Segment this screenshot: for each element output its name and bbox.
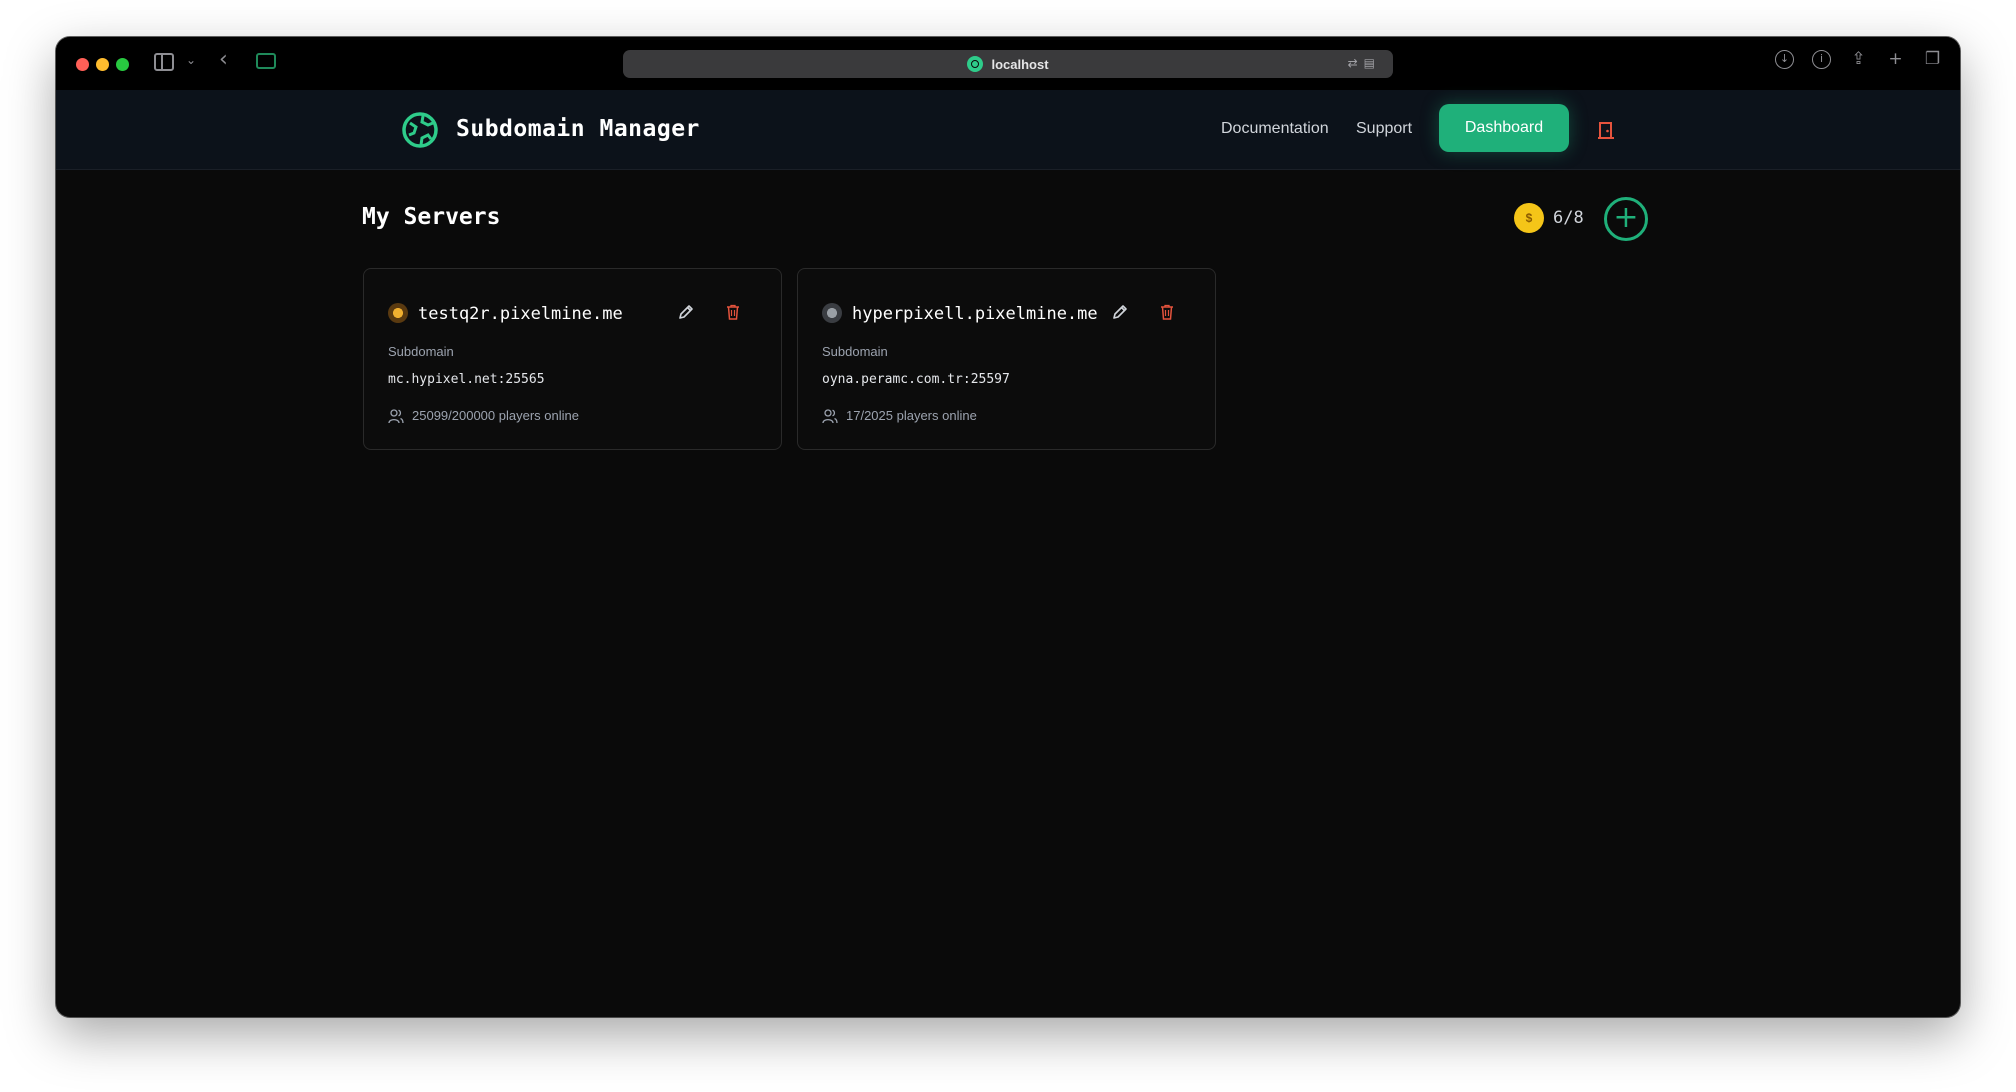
app-header: Subdomain Manager Documentation Support … [56,90,1960,170]
browser-titlebar: ⌄ ‹ localhost ⇄▤ ↓ i ⇪ + ❐ [56,37,1960,90]
server-card: hyperpixell.pixelmine.me Subdomain oyna.… [797,268,1216,450]
trash-icon[interactable] [1160,304,1174,320]
browser-window: ⌄ ‹ localhost ⇄▤ ↓ i ⇪ + ❐ Subdomain Man… [56,37,1960,1017]
players-online: 17/2025 players online [846,408,977,423]
download-icon[interactable]: ↓ [1775,50,1794,69]
url-text: localhost [991,56,1049,72]
server-favicon-icon [388,303,408,323]
back-arrow-icon[interactable]: ‹ [219,47,228,72]
info-icon[interactable]: i [1812,50,1831,69]
translate-reader-icons[interactable]: ⇄▤ [1348,56,1381,70]
subdomain-label: Subdomain [822,344,888,359]
close-window-button[interactable] [76,58,89,71]
logout-icon[interactable] [1596,120,1616,140]
server-address: mc.hypixel.net:25565 [388,372,545,387]
dashboard-button[interactable]: Dashboard [1439,104,1569,152]
edit-pencil-icon[interactable] [1111,303,1129,321]
server-quota: 6/8 [1553,208,1584,228]
brand-title[interactable]: Subdomain Manager [456,116,700,142]
new-tab-icon[interactable]: + [1886,50,1905,69]
edit-pencil-icon[interactable] [677,303,695,321]
tab-group-icon[interactable] [256,53,276,69]
players-online: 25099/200000 players online [412,408,579,423]
server-address: oyna.peramc.com.tr:25597 [822,372,1010,387]
users-icon [822,409,838,424]
server-name: testq2r.pixelmine.me [418,304,623,324]
coin-icon: $ [1514,203,1544,233]
add-server-button[interactable]: + [1604,197,1648,241]
maximize-window-button[interactable] [116,58,129,71]
share-icon[interactable]: ⇪ [1849,50,1868,69]
minimize-window-button[interactable] [96,58,109,71]
server-favicon-icon [822,303,842,323]
nav-support[interactable]: Support [1356,120,1412,138]
server-name: hyperpixell.pixelmine.me [852,304,1098,324]
chevron-down-icon[interactable]: ⌄ [186,53,196,67]
tab-overview-icon[interactable]: ❐ [1923,50,1942,69]
users-icon [388,409,404,424]
browser-toolbar-right: ↓ i ⇪ + ❐ [1775,50,1942,69]
nav-documentation[interactable]: Documentation [1221,120,1329,138]
subdomain-label: Subdomain [388,344,454,359]
site-favicon-icon [967,56,984,72]
trash-icon[interactable] [726,304,740,320]
page-title: My Servers [362,204,501,230]
address-bar[interactable]: localhost ⇄▤ [623,50,1393,78]
sidebar-toggle-icon[interactable] [154,53,174,71]
server-card: testq2r.pixelmine.me Subdomain mc.hypixe… [363,268,782,450]
globe-logo-icon[interactable] [401,111,439,149]
